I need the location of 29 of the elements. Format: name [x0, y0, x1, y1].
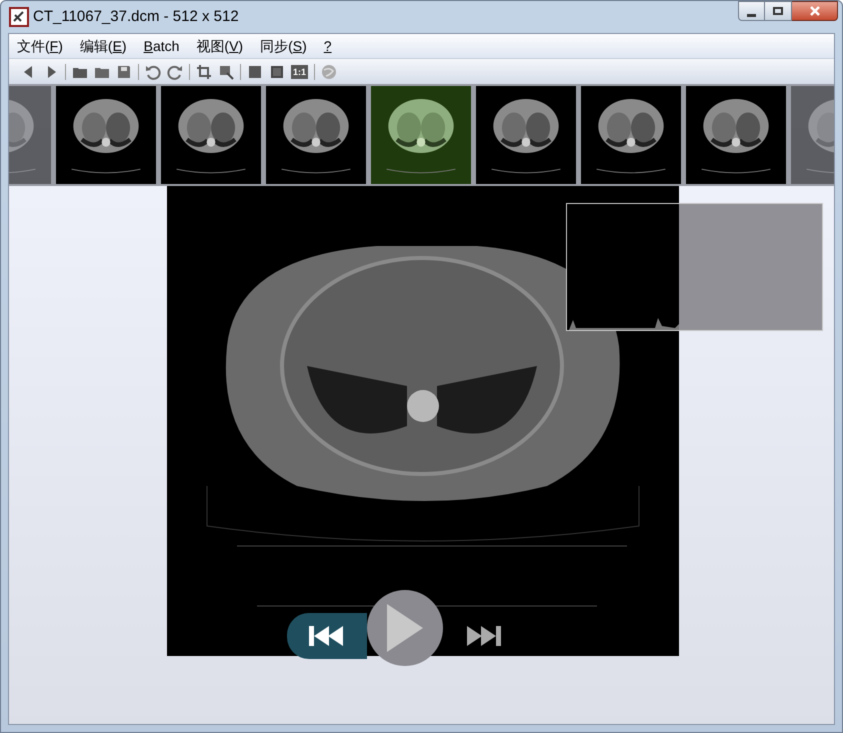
save-icon[interactable] [116, 64, 132, 80]
maximize-button[interactable] [765, 1, 792, 21]
thumbnail[interactable] [161, 86, 261, 184]
menu-item[interactable]: Batch [144, 36, 180, 56]
minimize-button[interactable] [738, 1, 765, 21]
app-logo-icon [9, 7, 29, 27]
fit-icon[interactable] [247, 64, 263, 80]
actual-size-button[interactable]: 1:1 [291, 64, 308, 78]
menu-item[interactable]: 编辑(E) [80, 36, 127, 56]
thumbnail[interactable] [371, 86, 471, 184]
zoom-select-icon[interactable] [218, 64, 234, 80]
thumbnail[interactable] [686, 86, 786, 184]
menu-item[interactable]: 视图(V) [196, 36, 244, 56]
play-icon [385, 602, 425, 654]
close-button[interactable] [792, 1, 838, 21]
crop-icon[interactable] [196, 64, 212, 80]
window-title: CT_11067_37.dcm - 512 x 512 [33, 6, 239, 27]
fullscreen-icon[interactable] [269, 64, 285, 80]
close-icon [808, 6, 820, 16]
thumbnail[interactable] [56, 86, 156, 184]
thumbnail[interactable] [266, 86, 366, 184]
menu-item[interactable]: 同步(S) [260, 36, 307, 56]
previous-button[interactable] [287, 613, 367, 659]
rotate-left-icon[interactable] [145, 64, 161, 80]
menu-item[interactable]: 文件(F) [17, 36, 63, 56]
rotate-right-icon[interactable] [167, 64, 183, 80]
thumbnail[interactable] [581, 86, 681, 184]
menu-item[interactable]: ? [324, 36, 332, 56]
thumbnail[interactable] [476, 86, 576, 184]
